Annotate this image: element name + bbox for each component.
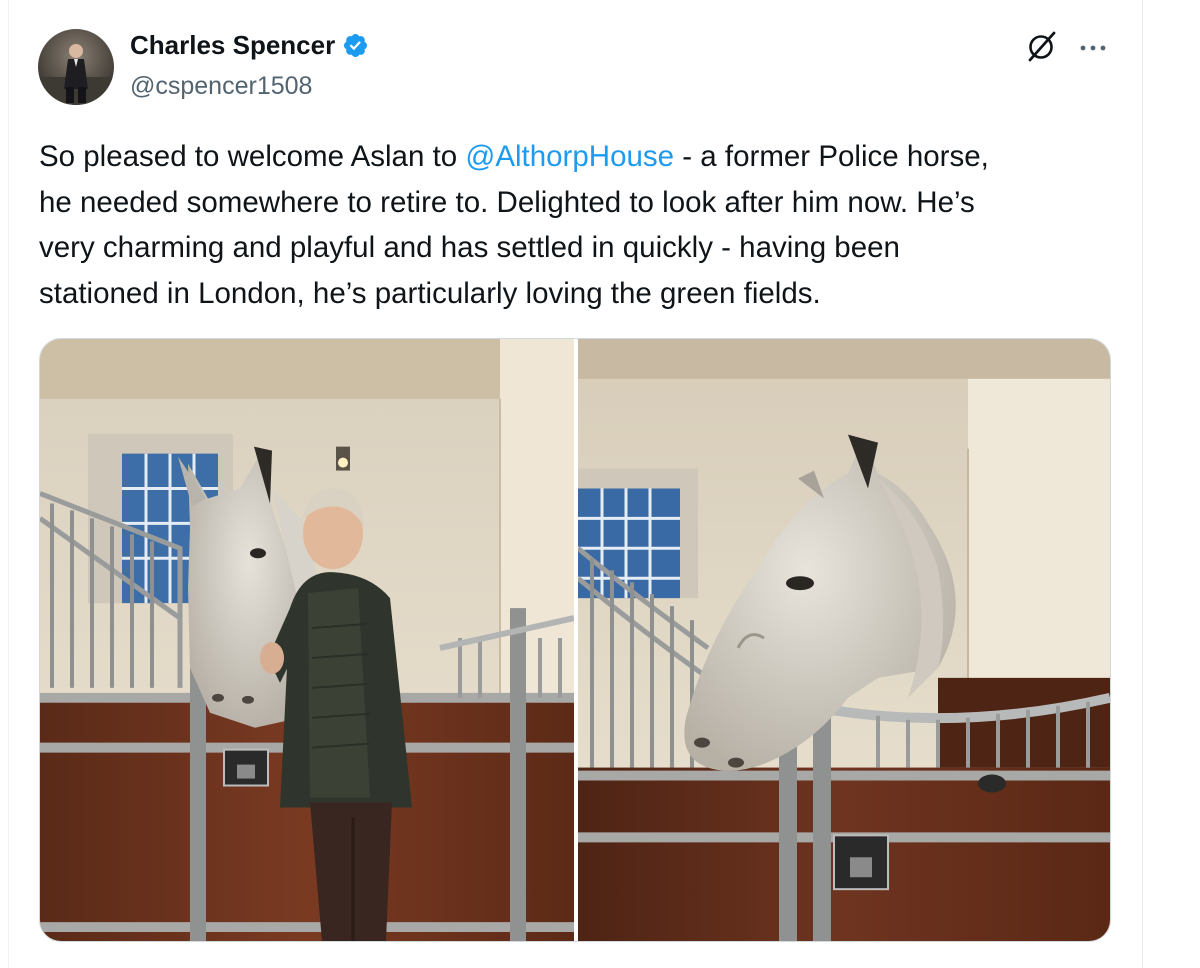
tweet-text-line-3: very charming and playful and has settle… [39, 231, 900, 264]
grok-icon[interactable] [1024, 28, 1060, 64]
tweet-text-line-4: stationed in London, he’s particularly l… [39, 276, 821, 310]
photo-man-with-horse[interactable] [40, 339, 574, 941]
tweet-text-segment: - a former Police horse, [674, 140, 989, 173]
author-name-row: Charles Spencer [130, 30, 369, 61]
tweet-text: So pleased to welcome Aslan to @AlthorpH… [39, 134, 1129, 316]
tweet-text-line-1: So pleased to welcome Aslan to @AlthorpH… [39, 134, 1129, 180]
verified-badge-icon[interactable] [342, 32, 369, 59]
author-display-name[interactable]: Charles Spencer [130, 30, 335, 61]
tweet-text-line-2: he needed somewhere to retire to. Deligh… [39, 185, 975, 219]
timeline-right-border [1142, 0, 1143, 968]
photo-horse-closeup[interactable] [578, 339, 1110, 941]
more-options-icon[interactable] [1074, 36, 1114, 60]
avatar-photo [38, 29, 114, 105]
avatar[interactable] [38, 29, 114, 105]
tweet-text-segment: So pleased to welcome Aslan to [39, 140, 466, 173]
timeline-left-border [8, 0, 9, 968]
tweet-media-grid [39, 338, 1111, 942]
author-handle[interactable]: @cspencer1508 [130, 72, 312, 101]
mention-link-althorphouse[interactable]: @AlthorpHouse [465, 140, 674, 173]
